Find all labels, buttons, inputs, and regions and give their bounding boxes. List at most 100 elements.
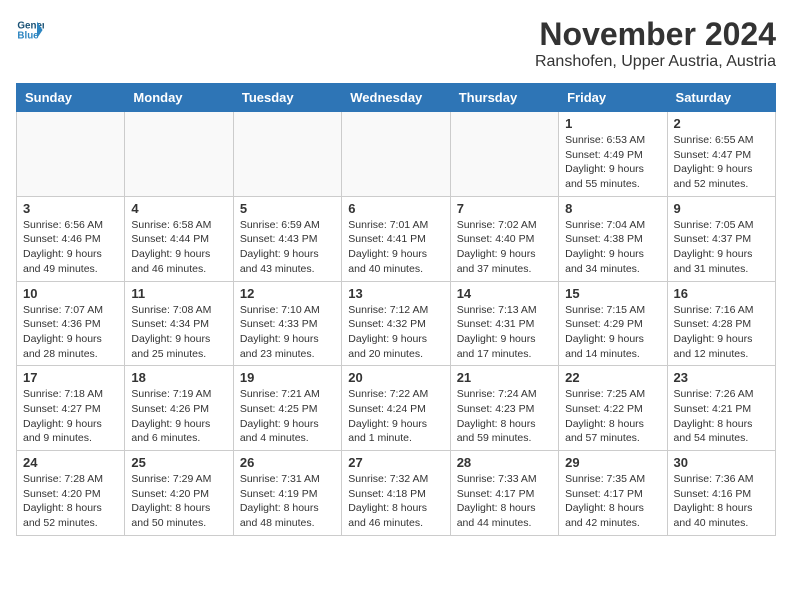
day-number: 17 bbox=[23, 370, 118, 385]
day-number: 9 bbox=[674, 201, 769, 216]
day-info: Sunrise: 7:32 AM Sunset: 4:18 PM Dayligh… bbox=[348, 472, 443, 531]
day-number: 10 bbox=[23, 286, 118, 301]
day-number: 16 bbox=[674, 286, 769, 301]
table-row: 5 Sunrise: 6:59 AM Sunset: 4:43 PM Daylig… bbox=[233, 196, 341, 281]
table-row: 20 Sunrise: 7:22 AM Sunset: 4:24 PM Dayli… bbox=[342, 366, 450, 451]
day-info: Sunrise: 7:13 AM Sunset: 4:31 PM Dayligh… bbox=[457, 303, 552, 362]
calendar-table: Sunday Monday Tuesday Wednesday Thursday… bbox=[16, 83, 776, 536]
table-row: 27Sunrise: 7:32 AM Sunset: 4:18 PM Dayli… bbox=[342, 451, 450, 536]
table-row: 23 Sunrise: 7:26 AM Sunset: 4:21 PM Dayli… bbox=[667, 366, 775, 451]
table-row bbox=[450, 112, 558, 197]
weekday-header-row: Sunday Monday Tuesday Wednesday Thursday… bbox=[17, 84, 776, 112]
day-info: Sunrise: 7:25 AM Sunset: 4:22 PM Dayligh… bbox=[565, 387, 660, 446]
day-number: 2 bbox=[674, 116, 769, 131]
day-number: 24 bbox=[23, 455, 118, 470]
day-number: 11 bbox=[131, 286, 226, 301]
day-number: 14 bbox=[457, 286, 552, 301]
day-number: 8 bbox=[565, 201, 660, 216]
day-number: 23 bbox=[674, 370, 769, 385]
day-info: Sunrise: 7:01 AM Sunset: 4:41 PM Dayligh… bbox=[348, 218, 443, 277]
table-row: 4 Sunrise: 6:58 AM Sunset: 4:44 PM Daylig… bbox=[125, 196, 233, 281]
table-row: 18 Sunrise: 7:19 AM Sunset: 4:26 PM Dayli… bbox=[125, 366, 233, 451]
title-section: November 2024 Ranshofen, Upper Austria, … bbox=[535, 16, 776, 71]
table-row bbox=[17, 112, 125, 197]
day-number: 6 bbox=[348, 201, 443, 216]
calendar-week-row: 17 Sunrise: 7:18 AM Sunset: 4:27 PM Dayli… bbox=[17, 366, 776, 451]
day-info: Sunrise: 7:18 AM Sunset: 4:27 PM Dayligh… bbox=[23, 387, 118, 446]
svg-text:Blue: Blue bbox=[17, 30, 39, 41]
calendar-week-row: 24 Sunrise: 7:28 AM Sunset: 4:20 PM Dayli… bbox=[17, 451, 776, 536]
table-row: 28 Sunrise: 7:33 AM Sunset: 4:17 PM Dayli… bbox=[450, 451, 558, 536]
day-number: 26 bbox=[240, 455, 335, 470]
day-info: Sunrise: 7:28 AM Sunset: 4:20 PM Dayligh… bbox=[23, 472, 118, 531]
calendar-week-row: 10 Sunrise: 7:07 AM Sunset: 4:36 PM Dayli… bbox=[17, 281, 776, 366]
header-saturday: Saturday bbox=[667, 84, 775, 112]
header-sunday: Sunday bbox=[17, 84, 125, 112]
table-row: 19Sunrise: 7:21 AM Sunset: 4:25 PM Dayli… bbox=[233, 366, 341, 451]
table-row: 12 Sunrise: 7:10 AM Sunset: 4:33 PM Dayli… bbox=[233, 281, 341, 366]
day-info: Sunrise: 7:35 AM Sunset: 4:17 PM Dayligh… bbox=[565, 472, 660, 531]
table-row bbox=[125, 112, 233, 197]
day-info: Sunrise: 7:07 AM Sunset: 4:36 PM Dayligh… bbox=[23, 303, 118, 362]
day-info: Sunrise: 7:19 AM Sunset: 4:26 PM Dayligh… bbox=[131, 387, 226, 446]
day-number: 30 bbox=[674, 455, 769, 470]
day-info: Sunrise: 7:04 AM Sunset: 4:38 PM Dayligh… bbox=[565, 218, 660, 277]
table-row: 8 Sunrise: 7:04 AM Sunset: 4:38 PM Daylig… bbox=[559, 196, 667, 281]
day-info: Sunrise: 7:02 AM Sunset: 4:40 PM Dayligh… bbox=[457, 218, 552, 277]
table-row: 1 Sunrise: 6:53 AM Sunset: 4:49 PM Daylig… bbox=[559, 112, 667, 197]
day-number: 19 bbox=[240, 370, 335, 385]
day-info: Sunrise: 7:15 AM Sunset: 4:29 PM Dayligh… bbox=[565, 303, 660, 362]
calendar-week-row: 3 Sunrise: 6:56 AM Sunset: 4:46 PM Daylig… bbox=[17, 196, 776, 281]
day-number: 7 bbox=[457, 201, 552, 216]
day-number: 12 bbox=[240, 286, 335, 301]
logo-icon: General Blue bbox=[16, 16, 44, 44]
table-row: 3 Sunrise: 6:56 AM Sunset: 4:46 PM Daylig… bbox=[17, 196, 125, 281]
day-info: Sunrise: 7:36 AM Sunset: 4:16 PM Dayligh… bbox=[674, 472, 769, 531]
table-row bbox=[233, 112, 341, 197]
day-number: 5 bbox=[240, 201, 335, 216]
table-row: 17 Sunrise: 7:18 AM Sunset: 4:27 PM Dayli… bbox=[17, 366, 125, 451]
day-info: Sunrise: 6:53 AM Sunset: 4:49 PM Dayligh… bbox=[565, 133, 660, 192]
table-row bbox=[342, 112, 450, 197]
location-title: Ranshofen, Upper Austria, Austria bbox=[535, 53, 776, 71]
day-number: 3 bbox=[23, 201, 118, 216]
table-row: 24 Sunrise: 7:28 AM Sunset: 4:20 PM Dayli… bbox=[17, 451, 125, 536]
day-info: Sunrise: 7:22 AM Sunset: 4:24 PM Dayligh… bbox=[348, 387, 443, 446]
logo: General Blue bbox=[16, 16, 48, 44]
day-number: 29 bbox=[565, 455, 660, 470]
table-row: 21 Sunrise: 7:24 AM Sunset: 4:23 PM Dayli… bbox=[450, 366, 558, 451]
day-info: Sunrise: 7:05 AM Sunset: 4:37 PM Dayligh… bbox=[674, 218, 769, 277]
day-info: Sunrise: 6:58 AM Sunset: 4:44 PM Dayligh… bbox=[131, 218, 226, 277]
day-number: 15 bbox=[565, 286, 660, 301]
header-thursday: Thursday bbox=[450, 84, 558, 112]
table-row: 29 Sunrise: 7:35 AM Sunset: 4:17 PM Dayli… bbox=[559, 451, 667, 536]
page-container: General Blue November 2024 Ranshofen, Up… bbox=[16, 16, 776, 536]
day-info: Sunrise: 6:59 AM Sunset: 4:43 PM Dayligh… bbox=[240, 218, 335, 277]
day-info: Sunrise: 7:10 AM Sunset: 4:33 PM Dayligh… bbox=[240, 303, 335, 362]
header-wednesday: Wednesday bbox=[342, 84, 450, 112]
table-row: 11Sunrise: 7:08 AM Sunset: 4:34 PM Dayli… bbox=[125, 281, 233, 366]
table-row: 9 Sunrise: 7:05 AM Sunset: 4:37 PM Daylig… bbox=[667, 196, 775, 281]
day-number: 21 bbox=[457, 370, 552, 385]
day-info: Sunrise: 7:12 AM Sunset: 4:32 PM Dayligh… bbox=[348, 303, 443, 362]
day-number: 20 bbox=[348, 370, 443, 385]
day-number: 18 bbox=[131, 370, 226, 385]
header-tuesday: Tuesday bbox=[233, 84, 341, 112]
day-info: Sunrise: 7:26 AM Sunset: 4:21 PM Dayligh… bbox=[674, 387, 769, 446]
day-number: 25 bbox=[131, 455, 226, 470]
day-info: Sunrise: 6:56 AM Sunset: 4:46 PM Dayligh… bbox=[23, 218, 118, 277]
table-row: 30 Sunrise: 7:36 AM Sunset: 4:16 PM Dayli… bbox=[667, 451, 775, 536]
day-number: 22 bbox=[565, 370, 660, 385]
table-row: 26Sunrise: 7:31 AM Sunset: 4:19 PM Dayli… bbox=[233, 451, 341, 536]
table-row: 15 Sunrise: 7:15 AM Sunset: 4:29 PM Dayli… bbox=[559, 281, 667, 366]
day-info: Sunrise: 7:29 AM Sunset: 4:20 PM Dayligh… bbox=[131, 472, 226, 531]
day-info: Sunrise: 6:55 AM Sunset: 4:47 PM Dayligh… bbox=[674, 133, 769, 192]
table-row: 14 Sunrise: 7:13 AM Sunset: 4:31 PM Dayli… bbox=[450, 281, 558, 366]
day-number: 28 bbox=[457, 455, 552, 470]
table-row: 16Sunrise: 7:16 AM Sunset: 4:28 PM Dayli… bbox=[667, 281, 775, 366]
day-number: 4 bbox=[131, 201, 226, 216]
day-info: Sunrise: 7:24 AM Sunset: 4:23 PM Dayligh… bbox=[457, 387, 552, 446]
day-number: 1 bbox=[565, 116, 660, 131]
day-info: Sunrise: 7:33 AM Sunset: 4:17 PM Dayligh… bbox=[457, 472, 552, 531]
table-row: 13Sunrise: 7:12 AM Sunset: 4:32 PM Dayli… bbox=[342, 281, 450, 366]
